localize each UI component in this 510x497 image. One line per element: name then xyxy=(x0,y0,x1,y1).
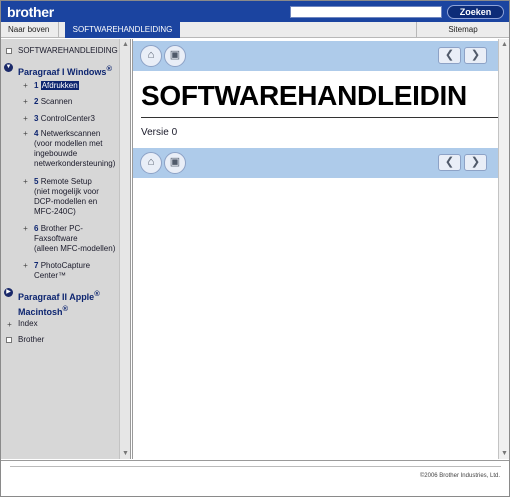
printer-icon[interactable]: ▣ xyxy=(164,45,186,67)
expand-plus-icon[interactable]: + xyxy=(22,262,29,270)
expand-plus-icon[interactable]: + xyxy=(22,178,29,186)
expand-plus-icon[interactable]: + xyxy=(22,130,29,138)
search-input[interactable] xyxy=(290,6,442,18)
expand-plus-icon[interactable]: + xyxy=(22,98,29,106)
collapsed-arrow-icon[interactable]: ▶ xyxy=(4,288,13,297)
expanded-arrow-icon[interactable]: ▼ xyxy=(4,63,13,72)
previous-page-icon[interactable]: ❮ xyxy=(438,154,461,171)
toc-item-controlcenter3[interactable]: 3 ControlCenter3 xyxy=(34,114,95,124)
expand-plus-icon[interactable]: + xyxy=(22,115,29,123)
version-text: Versie 0 xyxy=(141,127,178,138)
toc-section-windows[interactable]: Paragraaf I Windows® xyxy=(18,63,112,78)
expand-plus-icon[interactable]: + xyxy=(22,225,29,233)
previous-page-icon[interactable]: ❮ xyxy=(438,47,461,64)
title-divider xyxy=(141,117,498,118)
toc-item-photocapture[interactable]: 7 PhotoCapture Center™ xyxy=(34,261,90,281)
main-scrollbar[interactable]: ▲ ▼ xyxy=(498,39,509,459)
footer: ©2006 Brother Industries, Ltd. xyxy=(1,460,509,495)
header-bar: brother Zoeken xyxy=(1,1,509,22)
toc-top-item[interactable]: SOFTWAREHANDLEIDING xyxy=(18,46,118,56)
scroll-down-icon[interactable]: ▼ xyxy=(122,450,129,457)
expand-plus-icon[interactable]: + xyxy=(6,321,13,329)
home-icon[interactable]: ⌂ xyxy=(140,45,162,67)
brother-logo: brother xyxy=(7,4,54,20)
nav-up-link[interactable]: Naar boven xyxy=(1,22,59,37)
copyright-text: ©2006 Brother Industries, Ltd. xyxy=(419,473,500,479)
toc-section-macintosh[interactable]: Paragraaf II Apple® Macintosh® xyxy=(18,288,100,318)
scroll-up-icon[interactable]: ▲ xyxy=(122,41,129,48)
expand-plus-icon[interactable]: + xyxy=(22,82,29,90)
scroll-down-icon[interactable]: ▼ xyxy=(501,450,508,457)
doc-icon xyxy=(6,337,12,343)
sidebar-scrollbar[interactable]: ▲ ▼ xyxy=(119,39,130,459)
next-page-icon[interactable]: ❯ xyxy=(464,47,487,64)
nav-bar: Naar boven SOFTWAREHANDLEIDING Sitemap xyxy=(1,22,509,38)
search-button[interactable]: Zoeken xyxy=(447,5,504,19)
sidebar-toc: SOFTWAREHANDLEIDING ▼ Paragraaf I Window… xyxy=(1,39,131,459)
toc-item-remote-setup[interactable]: 5 Remote Setup (niet mogelijk voor DCP-mod… xyxy=(34,177,99,217)
next-page-icon[interactable]: ❯ xyxy=(464,154,487,171)
toc-item-netwerkscannen[interactable]: 4 Netwerkscannen (voor modellen met ingebo… xyxy=(34,129,115,169)
home-icon[interactable]: ⌂ xyxy=(140,152,162,174)
sitemap-link[interactable]: Sitemap xyxy=(416,22,509,37)
footer-divider xyxy=(10,466,501,467)
page-title: SOFTWAREHANDLEIDIN xyxy=(141,80,467,111)
doc-icon xyxy=(6,48,12,54)
toc-item-pc-faxsoftware[interactable]: 6 Brother PC- Faxsoftware (alleen MFC-mode… xyxy=(34,224,115,254)
scroll-up-icon[interactable]: ▲ xyxy=(501,41,508,48)
printer-icon[interactable]: ▣ xyxy=(164,152,186,174)
toc-item-brother[interactable]: Brother xyxy=(18,335,44,345)
toc-item-scannen[interactable]: 2 Scannen xyxy=(34,97,72,107)
toc-item-index[interactable]: Index xyxy=(18,319,38,329)
toc-item-afdrukken[interactable]: 1 Afdrukken xyxy=(34,81,79,91)
tab-softwarehandleiding[interactable]: SOFTWAREHANDLEIDING xyxy=(65,22,180,38)
